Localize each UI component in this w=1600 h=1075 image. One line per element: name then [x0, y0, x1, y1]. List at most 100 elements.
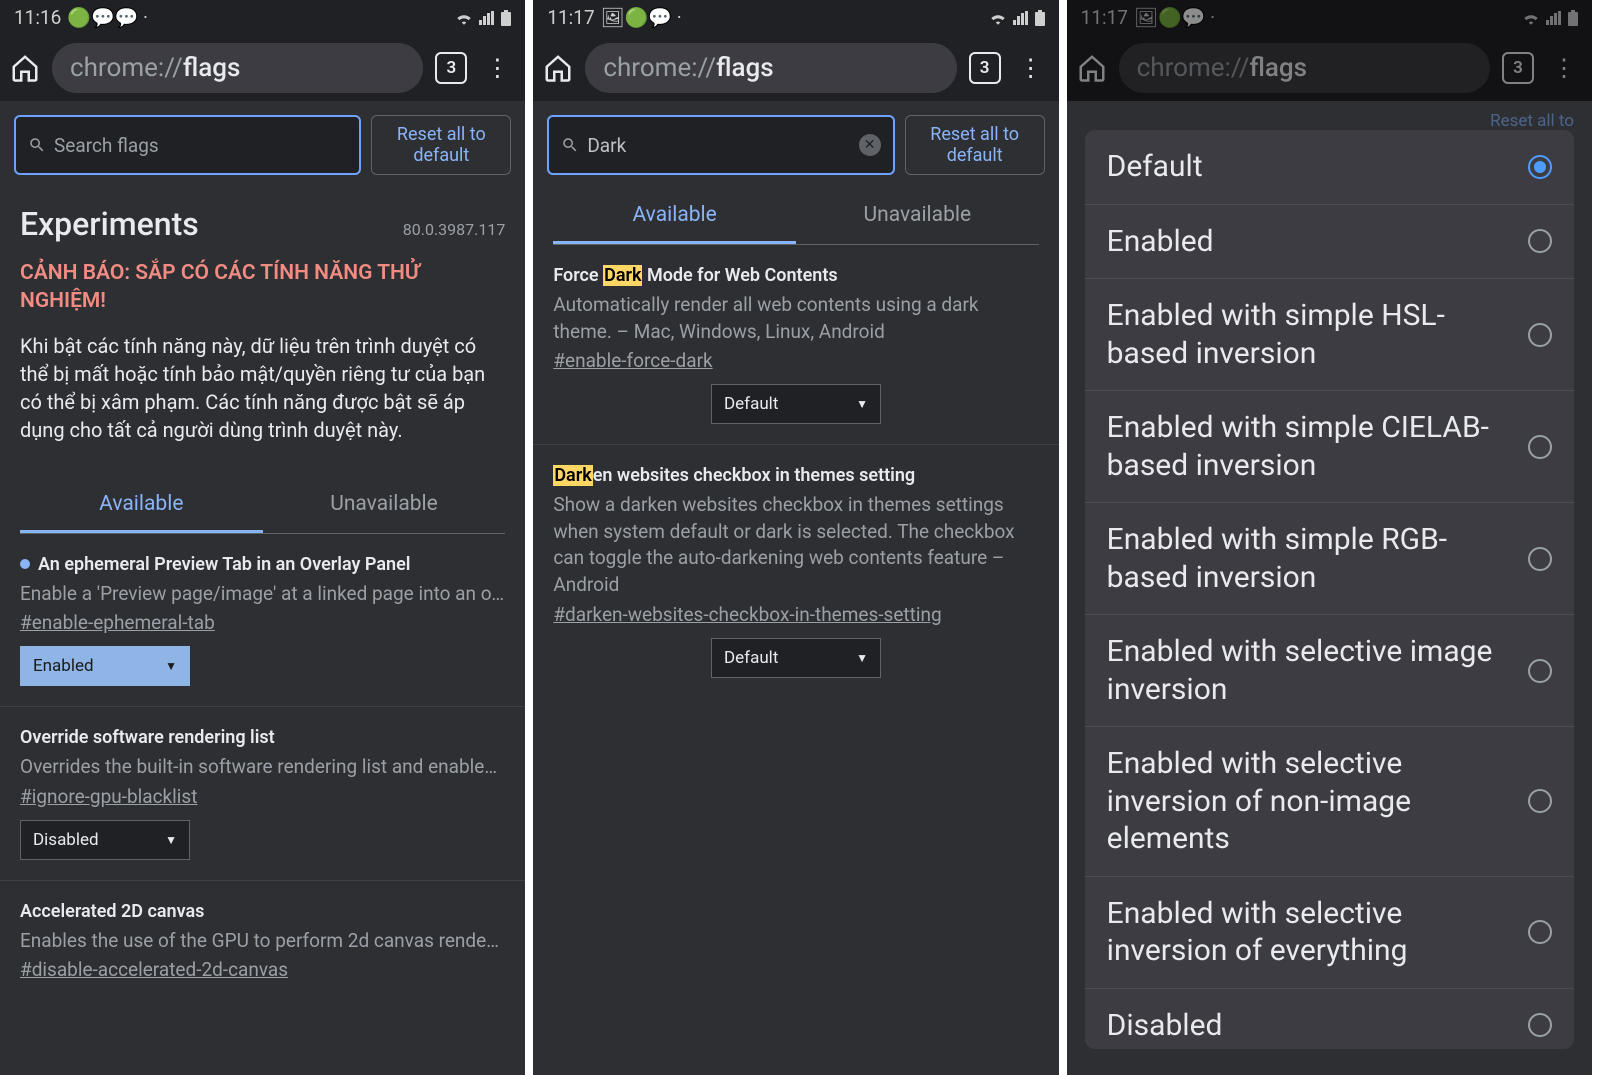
chevron-down-icon: ▼: [856, 397, 868, 411]
status-left-icons: 🟢💬💬 ·: [67, 6, 148, 29]
tab-available[interactable]: Available: [553, 189, 796, 244]
flag-dropdown[interactable]: Enabled▼: [20, 646, 190, 686]
browser-toolbar: chrome://flags 3 ⋮: [0, 35, 525, 101]
search-input[interactable]: [54, 134, 347, 157]
flag-item: Override software rendering list Overrid…: [0, 707, 525, 881]
tab-available[interactable]: Available: [20, 478, 263, 533]
dropdown-option[interactable]: Enabled with selective inversion of non-…: [1085, 727, 1574, 877]
option-label: Enabled with simple RGB-based inversion: [1107, 521, 1528, 596]
dropdown-option[interactable]: Enabled with selective image inversion: [1085, 615, 1574, 727]
search-box[interactable]: [14, 115, 361, 175]
battery-icon: [1568, 10, 1578, 26]
warning-title: CẢNH BÁO: SẮP CÓ CÁC TÍNH NĂNG THỬ NGHIỆ…: [20, 259, 505, 316]
option-label: Enabled with simple CIELAB-based inversi…: [1107, 409, 1528, 484]
radio-icon: [1528, 435, 1552, 459]
warning-body: Khi bật các tính năng này, dữ liệu trên …: [20, 332, 505, 444]
top-controls: Reset all to default: [0, 101, 525, 181]
url-path: flags: [716, 53, 774, 83]
radio-icon: [1528, 155, 1552, 179]
search-input[interactable]: [587, 134, 850, 157]
status-left-icons: 🖼🟢💬 ·: [1134, 6, 1215, 29]
top-controls: ✕ Reset all to default: [533, 101, 1058, 181]
clear-icon[interactable]: ✕: [859, 134, 881, 156]
status-left-icons: 🖼🟢💬 ·: [601, 6, 682, 29]
flag-link[interactable]: #enable-ephemeral-tab: [20, 611, 215, 634]
chevron-down-icon: ▼: [165, 833, 177, 847]
status-time: 11:17: [547, 6, 594, 29]
flag-dropdown[interactable]: Disabled▼: [20, 820, 190, 860]
option-label: Enabled with selective inversion of non-…: [1107, 745, 1528, 858]
dropdown-option[interactable]: Enabled with selective inversion of ever…: [1085, 877, 1574, 989]
dropdown-option[interactable]: Enabled with simple CIELAB-based inversi…: [1085, 391, 1574, 503]
url-prefix: chrome://: [603, 53, 716, 83]
flag-dropdown[interactable]: Default▼: [711, 638, 881, 678]
option-label: Enabled with simple HSL-based inversion: [1107, 297, 1528, 372]
flag-item: Force Dark Mode for Web Contents Automat…: [533, 245, 1058, 445]
flag-link[interactable]: #disable-accelerated-2d-canvas: [20, 958, 288, 981]
flag-dropdown[interactable]: Default▼: [711, 384, 881, 424]
flag-description: Show a darken websites checkbox in theme…: [553, 492, 1038, 598]
radio-icon: [1528, 547, 1552, 571]
flag-item: Accelerated 2D canvas Enables the use of…: [0, 881, 525, 1002]
radio-icon: [1528, 323, 1552, 347]
tab-switcher[interactable]: 3: [969, 52, 1001, 84]
flag-link[interactable]: #ignore-gpu-blacklist: [20, 785, 197, 808]
radio-icon: [1528, 789, 1552, 813]
dropdown-option[interactable]: Enabled: [1085, 205, 1574, 280]
flag-title: Force Dark Mode for Web Contents: [553, 265, 1038, 286]
home-icon: [1077, 53, 1107, 83]
url-prefix: chrome://: [70, 53, 183, 83]
search-box[interactable]: ✕: [547, 115, 894, 175]
wifi-icon: [1522, 11, 1540, 25]
menu-icon[interactable]: ⋮: [479, 54, 515, 82]
wifi-icon: [455, 11, 473, 25]
option-label: Default: [1107, 148, 1221, 186]
dropdown-option[interactable]: Default: [1085, 130, 1574, 205]
status-bar: 11:16 🟢💬💬 ·: [0, 0, 525, 35]
home-icon[interactable]: [10, 53, 40, 83]
flag-title: Darken websites checkbox in themes setti…: [553, 465, 1038, 486]
reset-button[interactable]: Reset all to default: [905, 115, 1045, 175]
radio-icon: [1528, 659, 1552, 683]
screenshot-3: 11:17 🖼🟢💬 · chrome://flags 3 ⋮ Reset all…: [1067, 0, 1600, 1075]
flag-link[interactable]: #enable-force-dark: [553, 349, 712, 372]
url-bar[interactable]: chrome://flags: [585, 43, 956, 93]
flag-link[interactable]: #darken-websites-checkbox-in-themes-sett…: [553, 603, 941, 626]
version-label: 80.0.3987.117: [403, 220, 506, 239]
chevron-down-icon: ▼: [856, 651, 868, 665]
radio-icon: [1528, 229, 1552, 253]
flag-item: Darken websites checkbox in themes setti…: [533, 445, 1058, 697]
option-label: Disabled: [1107, 1007, 1241, 1045]
url-path: flags: [1249, 53, 1307, 83]
option-label: Enabled: [1107, 223, 1232, 261]
url-prefix: chrome://: [1137, 53, 1250, 83]
status-bar: 11:17 🖼🟢💬 ·: [1067, 0, 1592, 35]
signal-icon: [1546, 11, 1562, 25]
option-label: Enabled with selective inversion of ever…: [1107, 895, 1528, 970]
menu-icon[interactable]: ⋮: [1013, 54, 1049, 82]
home-icon[interactable]: [543, 53, 573, 83]
tab-switcher: 3: [1502, 52, 1534, 84]
status-right-icons: [989, 10, 1045, 26]
flag-description: Enables the use of the GPU to perform 2d…: [20, 928, 505, 955]
url-bar[interactable]: chrome://flags: [52, 43, 423, 93]
option-label: Enabled with selective image inversion: [1107, 633, 1528, 708]
flag-tabs: Available Unavailable: [553, 189, 1038, 245]
tab-unavailable[interactable]: Unavailable: [263, 478, 506, 533]
tab-switcher[interactable]: 3: [435, 52, 467, 84]
status-time: 11:17: [1081, 6, 1128, 29]
menu-icon: ⋮: [1546, 54, 1582, 82]
page-title: Experiments: [20, 205, 199, 243]
chevron-down-icon: ▼: [165, 659, 177, 673]
tab-unavailable[interactable]: Unavailable: [796, 189, 1039, 244]
screenshot-1: 11:16 🟢💬💬 · chrome://flags 3 ⋮: [0, 0, 533, 1075]
status-right-icons: [455, 10, 511, 26]
url-bar: chrome://flags: [1119, 43, 1490, 93]
dropdown-option[interactable]: Enabled with simple HSL-based inversion: [1085, 279, 1574, 391]
reset-button[interactable]: Reset all to default: [371, 115, 511, 175]
dropdown-option[interactable]: Disabled: [1085, 989, 1574, 1050]
dropdown-option[interactable]: Enabled with simple RGB-based inversion: [1085, 503, 1574, 615]
browser-toolbar: chrome://flags 3 ⋮: [1067, 35, 1592, 101]
status-right-icons: [1522, 10, 1578, 26]
battery-icon: [1035, 10, 1045, 26]
